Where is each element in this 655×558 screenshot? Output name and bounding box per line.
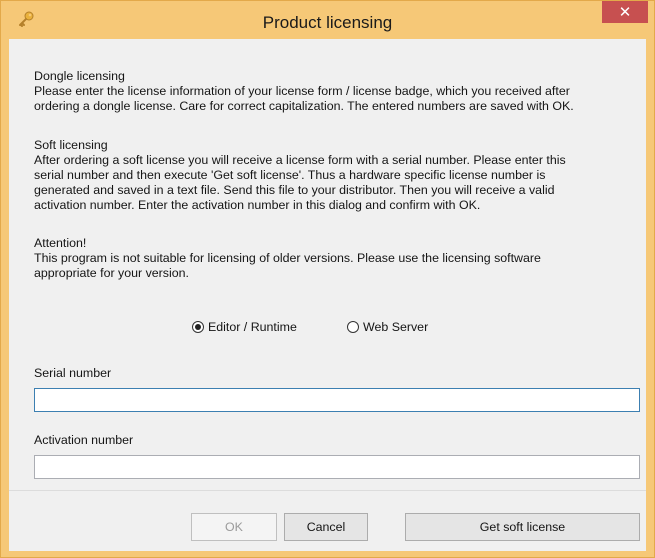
title-bar[interactable]: Product licensing ✕ — [1, 1, 654, 39]
license-mode-radio-group: Editor / Runtime Web Server — [9, 320, 646, 340]
dongle-licensing-text: Dongle licensing Please enter the licens… — [34, 69, 574, 113]
radio-editor-runtime[interactable]: Editor / Runtime — [192, 320, 297, 334]
radio-unchecked-icon[interactable] — [347, 321, 359, 333]
window-title: Product licensing — [262, 13, 393, 32]
product-licensing-dialog: Product licensing ✕ Dongle licensing Ple… — [0, 0, 655, 558]
radio-editor-runtime-label: Editor / Runtime — [208, 320, 297, 334]
activation-number-label: Activation number — [34, 433, 134, 447]
serial-number-label: Serial number — [34, 366, 112, 380]
dialog-client-area: Dongle licensing Please enter the licens… — [9, 39, 646, 551]
activation-number-input[interactable] — [34, 455, 640, 479]
radio-web-server[interactable]: Web Server — [347, 320, 428, 334]
soft-licensing-text: Soft licensing After ordering a soft lic… — [34, 138, 566, 212]
get-soft-license-button[interactable]: Get soft license — [405, 513, 640, 541]
radio-web-server-label: Web Server — [363, 320, 429, 334]
close-button[interactable]: ✕ — [602, 1, 648, 23]
cancel-button[interactable]: Cancel — [284, 513, 368, 541]
attention-text: Attention! This program is not suitable … — [34, 236, 541, 280]
footer-divider — [9, 490, 646, 491]
radio-checked-icon[interactable] — [192, 321, 204, 333]
serial-number-input[interactable] — [34, 388, 640, 412]
ok-button[interactable]: OK — [191, 513, 277, 541]
close-icon: ✕ — [618, 3, 632, 21]
